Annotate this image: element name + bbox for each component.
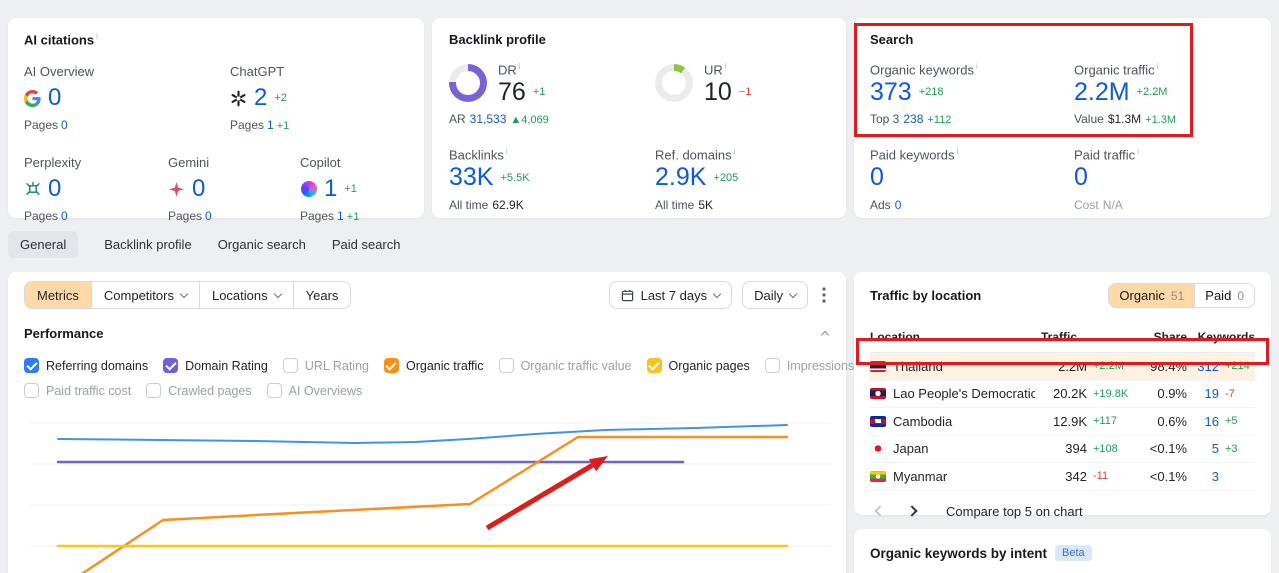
metric-value[interactable]: 1	[324, 175, 337, 203]
ai-citations-card: AI citations i AI Overview 0 Pages 0 ChatG…	[8, 18, 424, 223]
flag-la-icon	[870, 388, 886, 400]
info-icon: i	[733, 147, 736, 157]
search-title: Search	[870, 32, 914, 47]
backlink-profile-card: Backlink profile DR i 76 +1 AR 31,533 ▲4,069…	[432, 18, 846, 218]
location-name: Myanmar	[893, 468, 948, 484]
paid-keywords-value[interactable]: 0	[870, 163, 884, 192]
backlinks-value[interactable]: 33K	[449, 163, 493, 192]
metric-value[interactable]: 0	[192, 175, 205, 203]
pages-count[interactable]: 0	[61, 209, 68, 223]
traffic-by-location-panel: Traffic by location Organic 51 Paid 0 Loca…	[854, 272, 1271, 519]
pages-count[interactable]: 1	[267, 118, 274, 132]
metric-value[interactable]: 2	[254, 84, 267, 112]
info-icon: i	[1137, 147, 1139, 157]
ai-item-gemini: Gemini 0 Pages 0	[168, 155, 212, 224]
google-icon	[24, 89, 41, 107]
info-icon: i	[724, 62, 727, 71]
toggle-paid[interactable]: Paid 0	[1194, 284, 1254, 307]
beta-badge: Beta	[1055, 545, 1092, 561]
info-icon: i	[956, 147, 959, 157]
table-row-kh[interactable]: Cambodia 12.9K +117 0.6% 16 +5	[870, 408, 1255, 436]
info-icon: i	[976, 62, 978, 71]
organic-traffic-value[interactable]: 2.2M	[1074, 78, 1130, 107]
dr-value: 76	[498, 77, 526, 106]
paid-traffic-value[interactable]: 0	[1074, 163, 1088, 192]
next-page-chevron[interactable]	[906, 505, 918, 517]
table-row-mm[interactable]: Myanmar 342 -11 <0.1% 3	[870, 463, 1255, 491]
ar-value[interactable]: 31,533	[470, 112, 507, 126]
share-value: 98.4%	[1150, 358, 1187, 374]
keywords-count[interactable]: 19	[1193, 386, 1219, 401]
metric-value[interactable]: 0	[48, 175, 61, 203]
share-value: <0.1%	[1149, 468, 1187, 484]
keywords-count[interactable]: 3	[1193, 469, 1219, 484]
location-name: Lao People's Democratic Reput	[893, 386, 1035, 402]
keywords-count[interactable]: 16	[1193, 414, 1219, 429]
traffic-by-location-title: Traffic by location	[870, 288, 982, 303]
table-body: Thailand 2.2M +2.2M 98.4% 312 +214 Lao People'…	[870, 353, 1255, 491]
metric-value[interactable]: 0	[48, 84, 61, 112]
flag-th-icon	[870, 360, 886, 372]
ai-item-chatgpt: ChatGPT 2 +2 Pages 1 +1	[230, 64, 290, 133]
pages-count[interactable]: 0	[61, 118, 68, 132]
performance-panel: Metrics Competitors Locations Years Last…	[8, 272, 950, 573]
location-name: Thailand	[893, 358, 943, 374]
chart-line-referring-domains	[57, 424, 788, 444]
ai-item-perplexity: Perplexity 0 Pages 0	[24, 155, 82, 224]
toggle-organic[interactable]: Organic 51	[1109, 284, 1195, 307]
domain-rating-donut	[449, 64, 487, 102]
tab-paid-search[interactable]: Paid search	[332, 231, 401, 258]
flag-jp-icon	[870, 443, 886, 455]
ur-value: 10	[704, 77, 732, 106]
keywords-by-intent-panel: Organic keywords by intent Beta	[854, 529, 1271, 573]
perplexity-icon	[24, 181, 41, 198]
info-icon: i	[1156, 62, 1159, 71]
tab-general[interactable]: General	[8, 231, 79, 258]
pages-count[interactable]: 1	[337, 209, 344, 223]
location-name: Japan	[893, 441, 929, 457]
search-card: Search Organic keywords i 373 +218 Top 3 23…	[854, 18, 1271, 218]
chatgpt-icon	[230, 90, 247, 107]
flag-mm-icon	[870, 470, 886, 482]
ref-domains-value[interactable]: 2.9K	[655, 163, 706, 192]
share-value: <0.1%	[1149, 441, 1187, 457]
share-value: 0.9%	[1157, 386, 1187, 402]
gemini-icon	[168, 181, 185, 198]
copilot-icon	[300, 181, 317, 198]
ai-citations-title: AI citations i	[24, 32, 98, 48]
url-rating-donut	[655, 64, 693, 102]
table-header: Location Traffic Share Keywords	[870, 330, 1255, 353]
share-value: 0.6%	[1157, 413, 1187, 429]
keywords-count[interactable]: 312	[1193, 359, 1219, 374]
keywords-by-intent-title: Organic keywords by intent	[870, 545, 1048, 561]
traffic-value: 394	[1065, 441, 1087, 457]
performance-chart	[30, 422, 831, 573]
prev-page-chevron[interactable]	[874, 505, 886, 517]
info-icon: i	[505, 147, 508, 157]
ai-item-copilot: Copilot 1 +1 Pages 1 +1	[300, 155, 360, 224]
tab-organic-search[interactable]: Organic search	[218, 231, 306, 258]
table-row-jp[interactable]: Japan 394 +108 <0.1% 5 +3	[870, 436, 1255, 463]
tab-backlink-profile[interactable]: Backlink profile	[104, 231, 191, 258]
pages-count[interactable]: 0	[205, 209, 212, 223]
info-icon: i	[96, 32, 98, 41]
location-name: Cambodia	[893, 413, 953, 429]
backlink-profile-title: Backlink profile	[449, 32, 546, 47]
organic-keywords-value[interactable]: 373	[870, 78, 912, 107]
organic-paid-toggle: Organic 51 Paid 0	[1108, 283, 1255, 308]
table-row-la[interactable]: Lao People's Democratic Reput20.2K+19.8K…	[870, 381, 1255, 408]
traffic-value: 342	[1065, 468, 1087, 484]
traffic-value: 12.9K	[1053, 413, 1087, 429]
flag-kh-icon	[870, 415, 886, 427]
traffic-value: 20.2K	[1053, 386, 1087, 402]
compare-top5-link[interactable]: Compare top 5 on chart	[946, 504, 1083, 519]
section-tabs: General Backlink profile Organic search …	[8, 231, 401, 258]
info-icon: i	[518, 62, 521, 71]
table-row-th[interactable]: Thailand 2.2M +2.2M 98.4% 312 +214	[870, 353, 1255, 381]
keywords-count[interactable]: 5	[1193, 441, 1219, 456]
ai-item-ai-overview: AI Overview 0 Pages 0	[24, 64, 95, 133]
traffic-value: 2.2M	[1058, 358, 1087, 374]
